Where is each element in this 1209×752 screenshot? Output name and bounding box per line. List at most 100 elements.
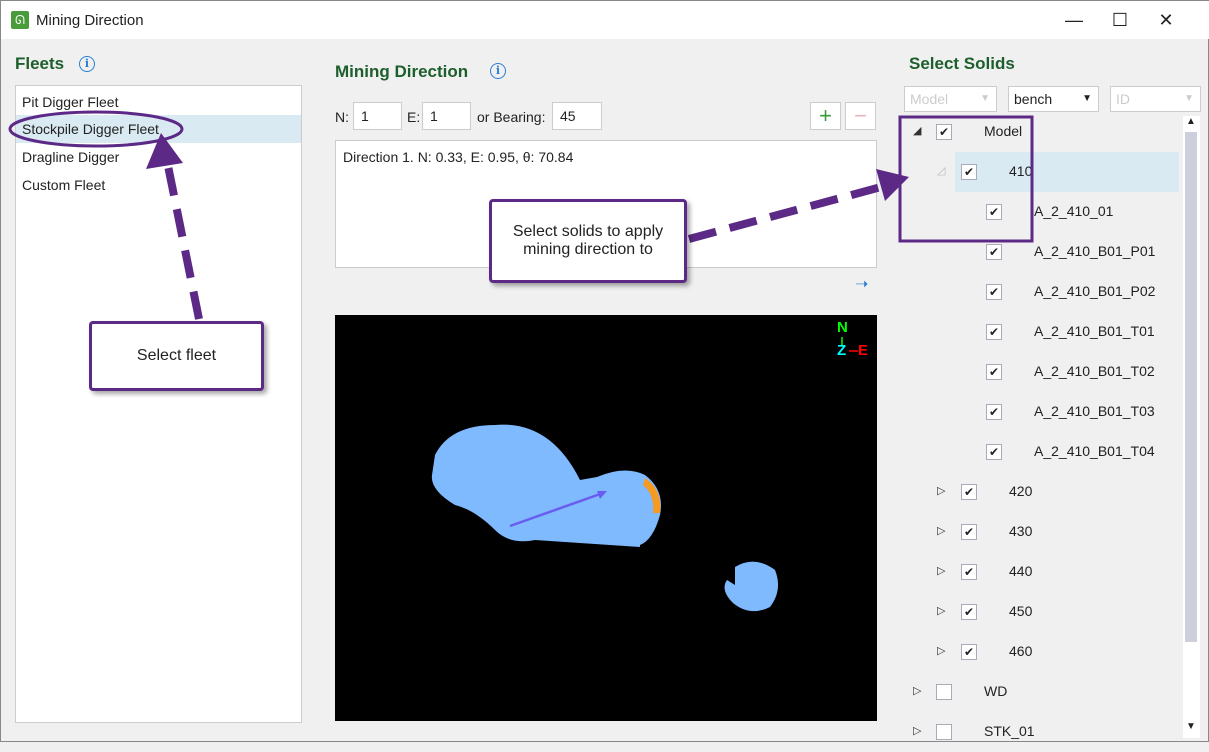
scroll-up-icon[interactable]: ▲ bbox=[1186, 116, 1196, 127]
tree-item[interactable]: ▷ ✔ 450 bbox=[901, 592, 1179, 632]
close-button[interactable]: ✕ bbox=[1143, 7, 1189, 33]
chevron-down-icon: ▼ bbox=[1082, 93, 1092, 104]
fleet-item[interactable]: Dragline Digger bbox=[16, 143, 301, 171]
model-combo[interactable]: Model ▼ bbox=[904, 86, 997, 112]
tree-item[interactable]: ▷ ✔ 430 bbox=[901, 512, 1179, 552]
compass-z: Z bbox=[837, 342, 847, 359]
tree-checkbox[interactable]: ✔ bbox=[961, 524, 977, 540]
tree-item[interactable]: ✔ A_2_410_B01_T01 bbox=[901, 312, 1179, 352]
window-title: Mining Direction bbox=[36, 12, 144, 29]
fleet-item[interactable]: Stockpile Digger Fleet bbox=[16, 115, 301, 143]
tree-checkbox[interactable] bbox=[936, 724, 952, 740]
tree-item[interactable]: ✔ A_2_410_B01_T03 bbox=[901, 392, 1179, 432]
expand-icon[interactable]: ▷ bbox=[937, 524, 945, 537]
tree-item[interactable]: ✔ A_2_410_01 bbox=[901, 192, 1179, 232]
bearing-input[interactable]: 45 bbox=[552, 102, 602, 130]
bench-combo-value: bench bbox=[1014, 91, 1053, 107]
3d-viewport[interactable]: N Z E bbox=[335, 315, 877, 721]
tree-item-label: A_2_410_B01_T04 bbox=[1034, 443, 1155, 459]
mining-info-icon[interactable]: i bbox=[490, 63, 506, 79]
tree-checkbox[interactable]: ✔ bbox=[986, 324, 1002, 340]
solids-callout-text: Select solids to apply mining direction … bbox=[512, 223, 664, 258]
tree-item-label: A_2_410_B01_T01 bbox=[1034, 323, 1155, 339]
expand-icon[interactable]: ▷ bbox=[937, 604, 945, 617]
tree-checkbox[interactable] bbox=[936, 684, 952, 700]
collapse-icon[interactable]: ◢ bbox=[913, 124, 921, 137]
bench-combo[interactable]: bench ▼ bbox=[1008, 86, 1099, 112]
tree-item-label: 410 bbox=[1009, 163, 1033, 179]
tree-item-label: A_2_410_01 bbox=[1034, 203, 1114, 219]
id-combo-value: ID bbox=[1116, 91, 1130, 107]
tree-item[interactable]: ✔ A_2_410_B01_P02 bbox=[901, 272, 1179, 312]
tree-item-label: 460 bbox=[1009, 643, 1033, 659]
compass-e: E bbox=[858, 342, 869, 359]
remove-direction-button[interactable]: − bbox=[845, 102, 876, 130]
tree-item[interactable]: ◢ ✔ Model bbox=[901, 112, 1179, 152]
add-direction-button[interactable]: + bbox=[810, 102, 841, 130]
tree-item-label: A_2_410_B01_T02 bbox=[1034, 363, 1155, 379]
minimize-button[interactable]: — bbox=[1051, 7, 1097, 33]
select-solids-heading: Select Solids bbox=[909, 54, 1015, 73]
scroll-down-icon[interactable]: ▼ bbox=[1186, 721, 1196, 732]
tree-item-label: 440 bbox=[1009, 563, 1033, 579]
tree-checkbox[interactable]: ✔ bbox=[961, 604, 977, 620]
expand-icon[interactable]: ▷ bbox=[937, 644, 945, 657]
tree-checkbox[interactable]: ✔ bbox=[986, 444, 1002, 460]
tree-item[interactable]: ▷ ✔ 460 bbox=[901, 632, 1179, 672]
tree-item[interactable]: ✔ A_2_410_B01_T02 bbox=[901, 352, 1179, 392]
model-combo-value: Model bbox=[910, 91, 949, 107]
tree-item-label: STK_01 bbox=[984, 723, 1035, 739]
e-label: E: bbox=[407, 109, 421, 125]
tree-item[interactable]: ▷ ✔ 420 bbox=[901, 472, 1179, 512]
tree-checkbox[interactable]: ✔ bbox=[961, 484, 977, 500]
tree-item[interactable]: ▷ ✔ 440 bbox=[901, 552, 1179, 592]
fleets-info-icon[interactable]: i bbox=[79, 56, 95, 72]
tree-item[interactable]: ▷ WD bbox=[901, 672, 1179, 712]
expand-icon[interactable]: ▷ bbox=[937, 564, 945, 577]
tree-checkbox[interactable]: ✔ bbox=[961, 164, 977, 180]
bearing-label: or Bearing: bbox=[477, 109, 546, 125]
tree-item[interactable]: ✔ A_2_410_B01_P01 bbox=[901, 232, 1179, 272]
tree-checkbox[interactable]: ✔ bbox=[986, 284, 1002, 300]
tree-checkbox[interactable]: ✔ bbox=[986, 244, 1002, 260]
tree-checkbox[interactable]: ✔ bbox=[986, 364, 1002, 380]
fleet-item[interactable]: Pit Digger Fleet bbox=[16, 88, 301, 116]
title-bar: ᘏ Mining Direction — ☐ ✕ bbox=[1, 1, 1209, 39]
scrollbar-thumb[interactable] bbox=[1185, 132, 1197, 642]
tree-item-label: A_2_410_B01_T03 bbox=[1034, 403, 1155, 419]
e-input[interactable]: 1 bbox=[422, 102, 471, 130]
expand-icon[interactable]: ▷ bbox=[937, 484, 945, 497]
mining-direction-heading: Mining Direction bbox=[335, 62, 469, 81]
solid-shape bbox=[431, 424, 661, 547]
app-icon: ᘏ bbox=[11, 11, 29, 29]
solid-shape bbox=[724, 561, 779, 612]
tree-checkbox[interactable]: ✔ bbox=[961, 564, 977, 580]
tree-item[interactable]: ✔ A_2_410_B01_T04 bbox=[901, 432, 1179, 472]
tree-item-label: 450 bbox=[1009, 603, 1033, 619]
solids-callout: Select solids to apply mining direction … bbox=[489, 199, 687, 283]
expand-icon[interactable]: ▷ bbox=[913, 724, 921, 737]
chevron-down-icon: ▼ bbox=[980, 93, 990, 104]
apply-direction-icon[interactable]: ➝ bbox=[855, 274, 868, 294]
tree-item-label: Model bbox=[984, 123, 1023, 139]
maximize-button[interactable]: ☐ bbox=[1097, 7, 1143, 33]
expand-icon[interactable]: ▷ bbox=[913, 684, 921, 697]
tree-checkbox[interactable]: ✔ bbox=[936, 124, 952, 140]
fleet-callout: Select fleet bbox=[89, 321, 264, 391]
direction-item[interactable]: Direction 1. N: 0.33, E: 0.95, θ: 70.84 bbox=[343, 149, 869, 165]
tree-item[interactable]: ▷ STK_01 bbox=[901, 712, 1179, 752]
fleet-item[interactable]: Custom Fleet bbox=[16, 171, 301, 199]
n-input[interactable]: 1 bbox=[353, 102, 402, 130]
compass-n: N bbox=[837, 319, 848, 336]
collapse-icon[interactable]: ◿ bbox=[937, 164, 945, 177]
tree-item-label: A_2_410_B01_P01 bbox=[1034, 243, 1156, 259]
fleet-callout-text: Select fleet bbox=[136, 347, 217, 364]
tree-checkbox[interactable]: ✔ bbox=[961, 644, 977, 660]
chevron-down-icon: ▼ bbox=[1184, 93, 1194, 104]
tree-item[interactable]: ◿ ✔ 410 bbox=[937, 152, 1179, 192]
fleet-list[interactable]: Pit Digger Fleet Stockpile Digger Fleet … bbox=[15, 85, 302, 723]
tree-checkbox[interactable]: ✔ bbox=[986, 404, 1002, 420]
n-label: N: bbox=[335, 109, 349, 125]
id-combo[interactable]: ID ▼ bbox=[1110, 86, 1201, 112]
tree-checkbox[interactable]: ✔ bbox=[986, 204, 1002, 220]
